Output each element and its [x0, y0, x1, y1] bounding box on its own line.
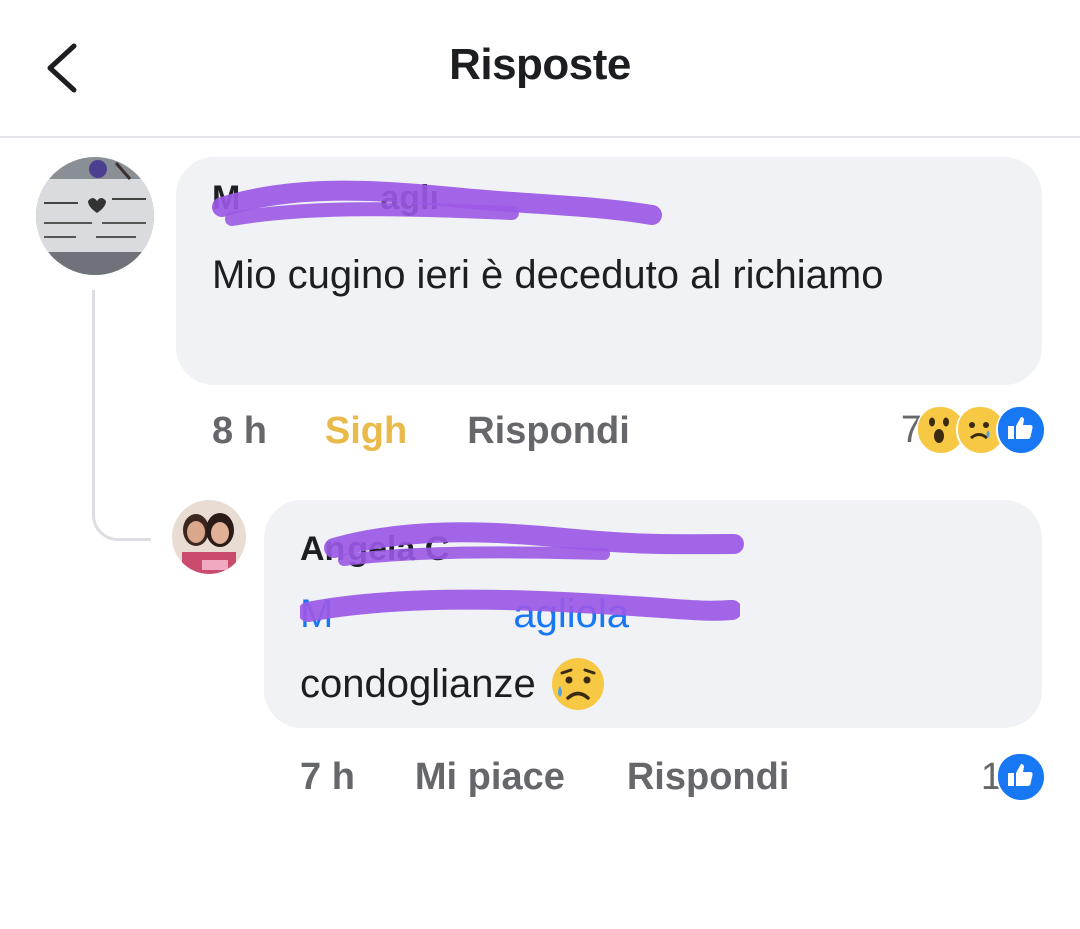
thread-connector-line — [92, 290, 151, 541]
comment-bubble: Maglı Mio cugino ieri è deceduto al rich… — [176, 157, 1042, 385]
reply-actions: 7 h Mi piace Rispondi — [300, 756, 789, 799]
like-button[interactable]: Mi piace — [415, 756, 565, 799]
reply-author[interactable]: Angela C — [300, 530, 449, 569]
comment-author[interactable]: Maglı — [212, 179, 439, 218]
author-name-start: An — [300, 530, 346, 568]
author-name-end: aglı — [380, 179, 439, 217]
reply-text-content: condoglianze — [300, 661, 536, 706]
reply-bubble: Angela C Magliola condoglianze — [264, 500, 1042, 728]
plaque-avatar-icon — [36, 157, 154, 275]
sad-tear-icon — [551, 658, 604, 710]
like-icon — [996, 405, 1046, 455]
header-bar: Risposte — [0, 0, 1080, 138]
author-name-start: M — [212, 179, 241, 217]
mention-link[interactable]: Magliola — [300, 592, 629, 637]
comment-timestamp: 8 h — [212, 410, 267, 452]
reply-text: condoglianze — [300, 656, 606, 712]
avatar[interactable] — [172, 500, 246, 574]
photo-avatar-icon — [172, 500, 246, 574]
page-title: Risposte — [449, 40, 631, 89]
mention-name-end: agliola — [513, 592, 629, 636]
reaction-summary[interactable]: 1 — [981, 752, 1046, 802]
avatar[interactable] — [36, 157, 154, 275]
reply-timestamp: 7 h — [300, 756, 355, 798]
like-icon — [996, 752, 1046, 802]
reply-button[interactable]: Rispondi — [467, 410, 630, 453]
mention-name-start: M — [300, 592, 334, 636]
reply-button[interactable]: Rispondi — [627, 756, 790, 799]
reaction-summary[interactable]: 7 — [901, 405, 1046, 455]
comment-actions: 8 h Sigh Rispondi — [212, 410, 630, 453]
author-name-mid: gela C — [347, 530, 450, 568]
comment-text: Mio cugino ieri è deceduto al richiamo — [212, 253, 884, 297]
reaction-button[interactable]: Sigh — [325, 410, 407, 453]
